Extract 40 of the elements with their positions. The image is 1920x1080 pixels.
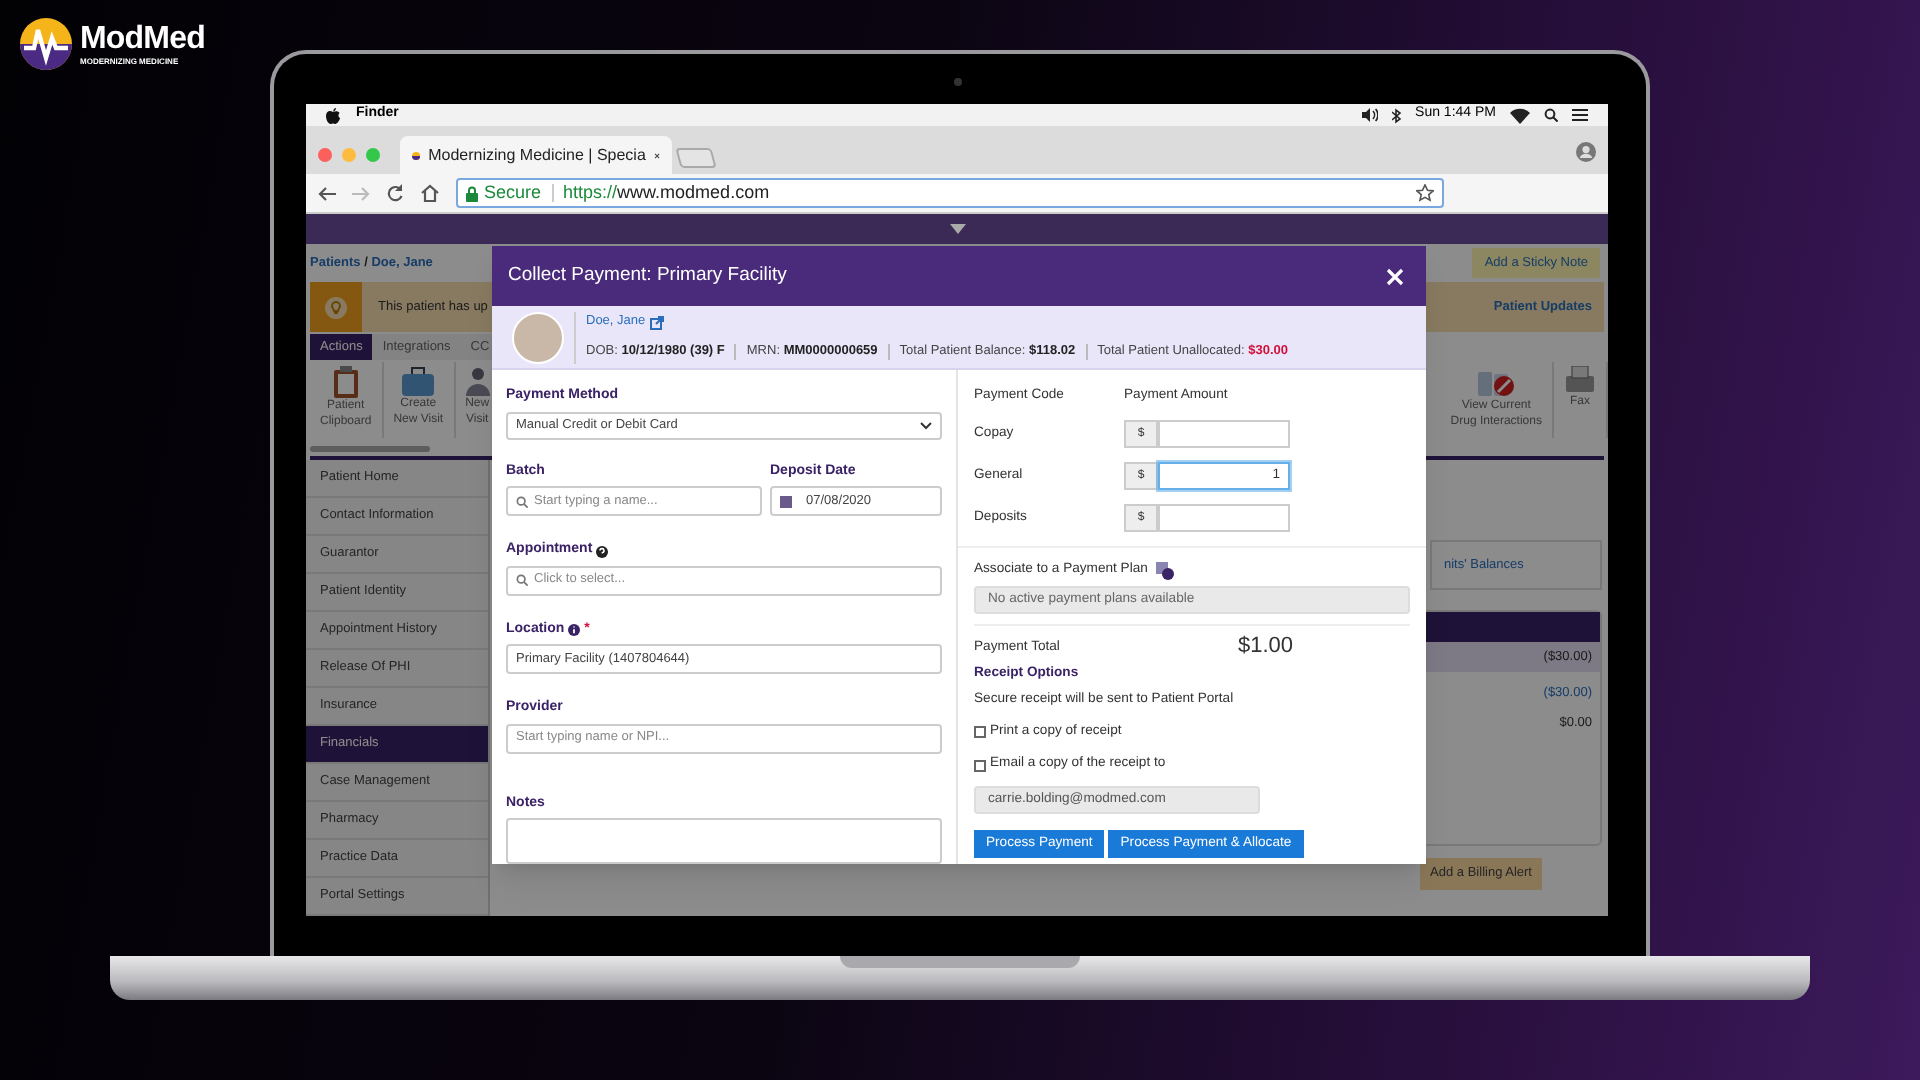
- pill-bottles-icon: [1476, 366, 1517, 398]
- amount-field[interactable]: [1158, 420, 1290, 449]
- chevron-down-icon: [920, 421, 932, 430]
- clipboard-icon: [331, 366, 360, 398]
- home-icon[interactable]: [420, 184, 440, 202]
- bluetooth-icon[interactable]: [1391, 107, 1402, 123]
- list-icon[interactable]: [1572, 108, 1588, 122]
- browser-tab[interactable]: Modernizing Medicine | Specia: [400, 136, 672, 174]
- modal-title: Collect Payment: Primary Facility: [508, 261, 787, 290]
- address-field[interactable]: Secure https://www.modmed.com: [456, 178, 1444, 208]
- close-icon[interactable]: [653, 149, 660, 161]
- help-icon[interactable]: [596, 545, 609, 557]
- wifi-icon[interactable]: [1510, 107, 1530, 123]
- amount-field[interactable]: [1158, 504, 1290, 533]
- url-text: https://www.modmed.com: [563, 179, 770, 206]
- favicon-icon: [412, 147, 421, 163]
- back-icon[interactable]: [318, 185, 336, 201]
- speaker-icon[interactable]: [1361, 108, 1378, 122]
- fax-icon: [1564, 366, 1596, 394]
- payment-total: $1.00: [1238, 632, 1294, 663]
- lock-icon: [466, 185, 478, 201]
- search-icon: [516, 574, 528, 587]
- apple-icon[interactable]: [326, 107, 340, 123]
- search-icon: [516, 495, 528, 508]
- logo-icon: [18, 16, 74, 72]
- brand-name: ModMed: [80, 23, 205, 55]
- notes-field[interactable]: [506, 818, 942, 864]
- tab-title: Modernizing Medicine | Specia: [428, 143, 646, 167]
- person-icon: [465, 366, 490, 396]
- briefcase-icon: [400, 366, 437, 396]
- caret-down-icon[interactable]: [949, 224, 965, 234]
- avatar: [512, 311, 564, 363]
- external-link-icon[interactable]: [649, 315, 664, 330]
- info-icon[interactable]: [568, 624, 581, 636]
- search-icon[interactable]: [1544, 108, 1558, 122]
- profile-icon[interactable]: [1576, 142, 1596, 162]
- reload-icon[interactable]: [386, 184, 404, 202]
- star-icon[interactable]: [1416, 184, 1434, 202]
- scrollbar: [310, 446, 430, 452]
- secure-label: Secure: [484, 179, 542, 206]
